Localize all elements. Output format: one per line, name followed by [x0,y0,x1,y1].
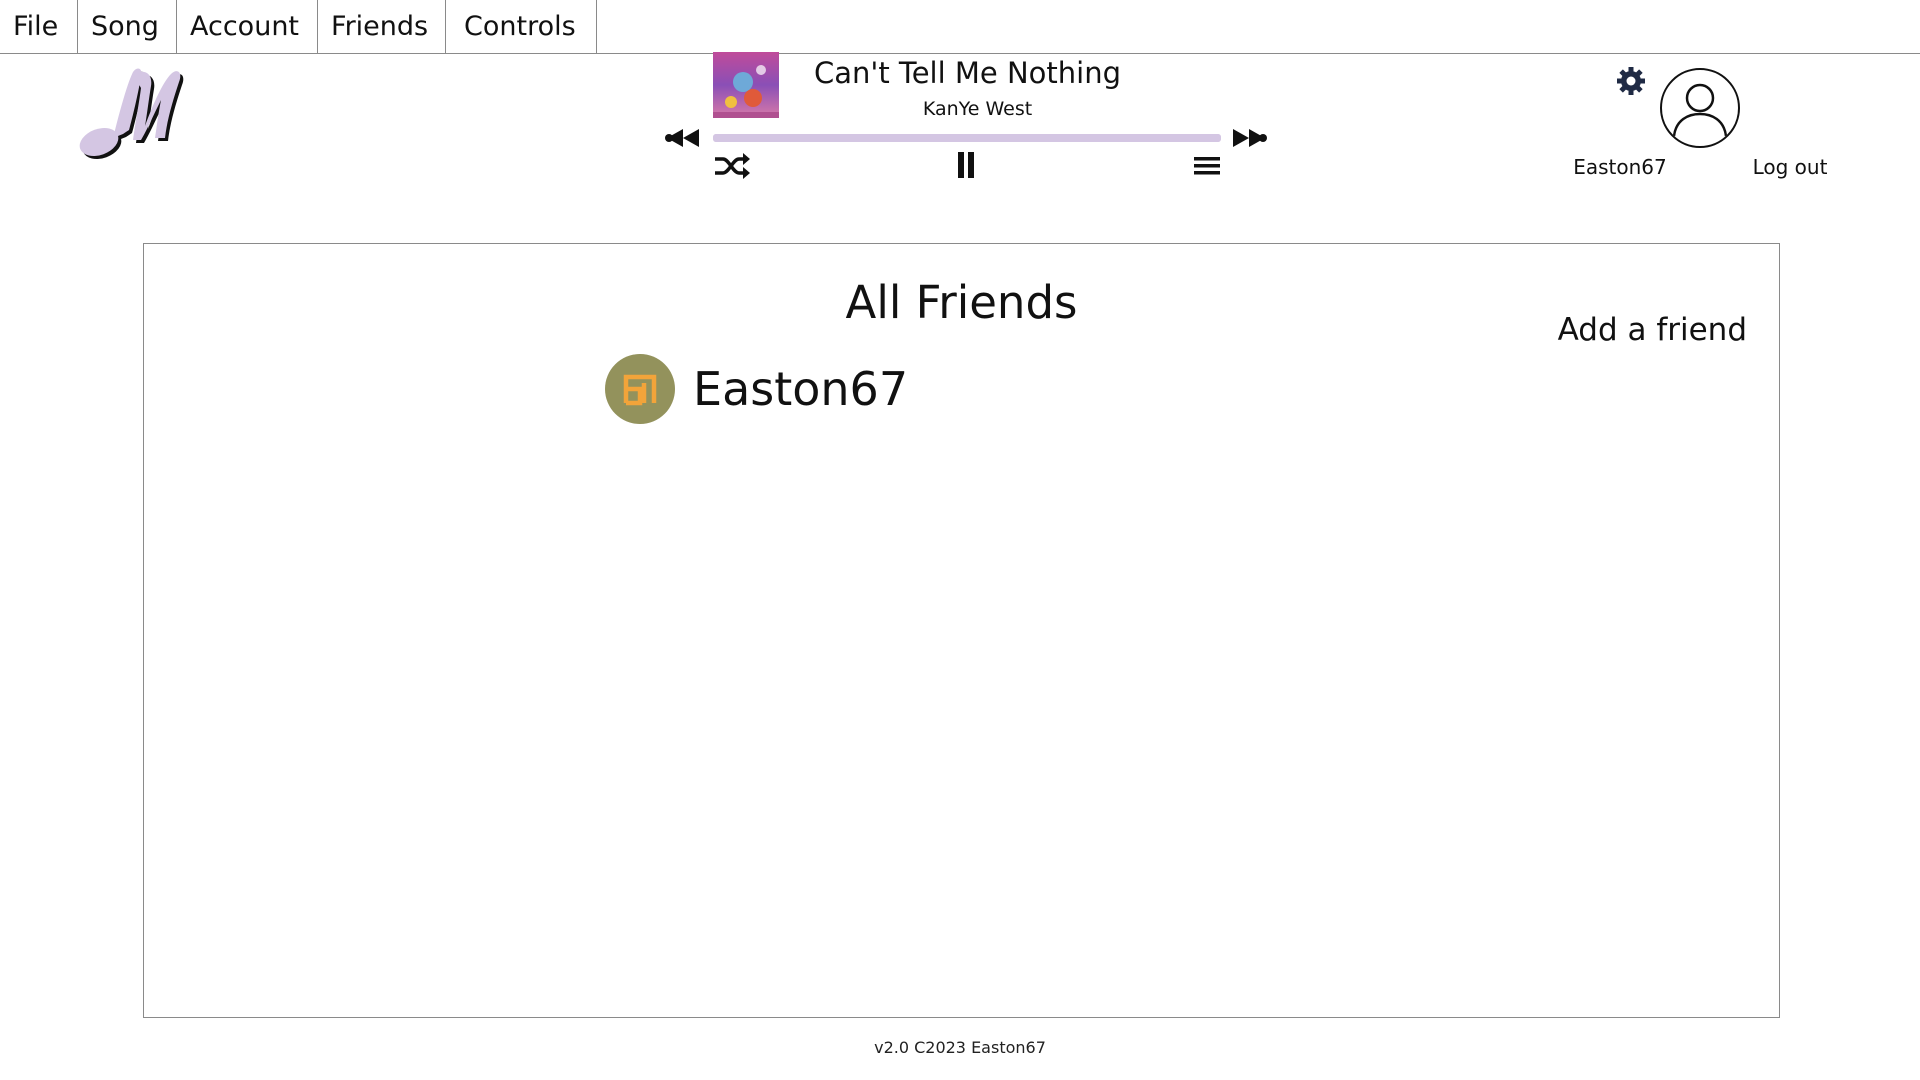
friend-avatar-icon [623,374,657,406]
track-artist: KanYe West [922,98,1033,120]
friend-avatar [605,354,675,424]
progress-bar[interactable] [713,134,1221,142]
username-label: Easton67 [1573,155,1667,179]
track-title: Can't Tell Me Nothing [813,56,1122,90]
menu-controls[interactable]: Controls [446,0,597,53]
logout-button[interactable]: Log out [1740,155,1840,179]
user-avatar-icon [1672,83,1728,137]
menu-friends[interactable]: Friends [318,0,446,53]
footer-version: v2.0 C2023 Easton67 [874,1038,1046,1057]
pause-button[interactable] [955,150,977,180]
menu-song[interactable]: Song [78,0,177,53]
next-button[interactable] [1229,127,1269,149]
friends-panel: All Friends Add a friend Easton67 [143,243,1780,1018]
fast-forward-icon [1233,129,1267,147]
shuffle-button[interactable] [713,151,751,181]
gear-icon [1617,67,1645,95]
music-note-logo[interactable] [75,64,185,160]
previous-button[interactable] [663,127,703,149]
progress-fill [713,134,1221,142]
queue-icon [1194,157,1220,175]
menu-file[interactable]: File [0,0,78,53]
add-friend-button[interactable]: Add a friend [1558,312,1747,348]
page-title: All Friends [845,276,1078,329]
queue-button[interactable] [1193,154,1221,178]
menu-account[interactable]: Account [177,0,318,53]
album-art [713,52,779,118]
rewind-icon [665,129,699,147]
menu-bar: File Song Account Friends Controls [0,0,1920,54]
pause-icon [958,152,974,178]
settings-button[interactable] [1616,66,1646,100]
user-avatar[interactable] [1660,68,1740,148]
friend-list-item[interactable]: Easton67 [605,354,908,424]
shuffle-icon [715,153,750,179]
friend-name: Easton67 [693,362,909,416]
